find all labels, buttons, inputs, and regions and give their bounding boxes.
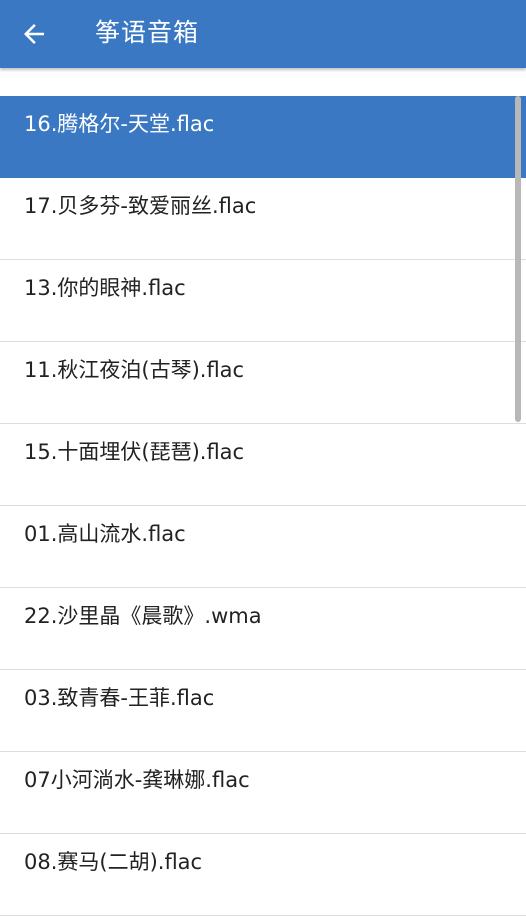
playlist-item-label: 15.十面埋伏(琵琶).flac — [24, 440, 245, 464]
playlist-item[interactable]: 07小河淌水-龚琳娜.flac — [0, 752, 526, 834]
playlist-item-label: 13.你的眼神.flac — [24, 276, 186, 300]
playlist-item[interactable]: 03.致青春-王菲.flac — [0, 670, 526, 752]
back-button[interactable] — [14, 14, 54, 54]
playlist-item-label: 17.贝多芬-致爱丽丝.flac — [24, 194, 257, 218]
playlist-item-label: 07小河淌水-龚琳娜.flac — [24, 768, 250, 792]
playlist-item-label: 03.致青春-王菲.flac — [24, 686, 215, 710]
playlist-item[interactable]: 01.高山流水.flac — [0, 506, 526, 588]
playlist-item-label: 11.秋江夜泊(古琴).flac — [24, 358, 245, 382]
playlist-item[interactable]: 15.十面埋伏(琵琶).flac — [0, 424, 526, 506]
scrollbar[interactable] — [515, 96, 521, 422]
playlist-item[interactable]: 17.贝多芬-致爱丽丝.flac — [0, 178, 526, 260]
playlist-item-label: 16.腾格尔-天堂.flac — [24, 112, 215, 136]
playlist-item[interactable]: 11.秋江夜泊(古琴).flac — [0, 342, 526, 424]
playlist-item[interactable]: 13.你的眼神.flac — [0, 260, 526, 342]
playlist-item[interactable]: 08.赛马(二胡).flac — [0, 834, 526, 916]
playlist-item[interactable]: 16.腾格尔-天堂.flac — [0, 96, 526, 178]
app-bar: 筝语音箱 — [0, 0, 526, 68]
playlist-item-label: 08.赛马(二胡).flac — [24, 850, 203, 874]
playlist: 16.腾格尔-天堂.flac 17.贝多芬-致爱丽丝.flac 13.你的眼神.… — [0, 96, 526, 916]
playlist-item-label: 01.高山流水.flac — [24, 522, 186, 546]
page-title: 筝语音箱 — [95, 18, 200, 47]
arrow-left-icon — [24, 24, 44, 44]
playlist-item-label: 22.沙里晶《晨歌》.wma — [24, 604, 262, 628]
playlist-item[interactable]: 22.沙里晶《晨歌》.wma — [0, 588, 526, 670]
